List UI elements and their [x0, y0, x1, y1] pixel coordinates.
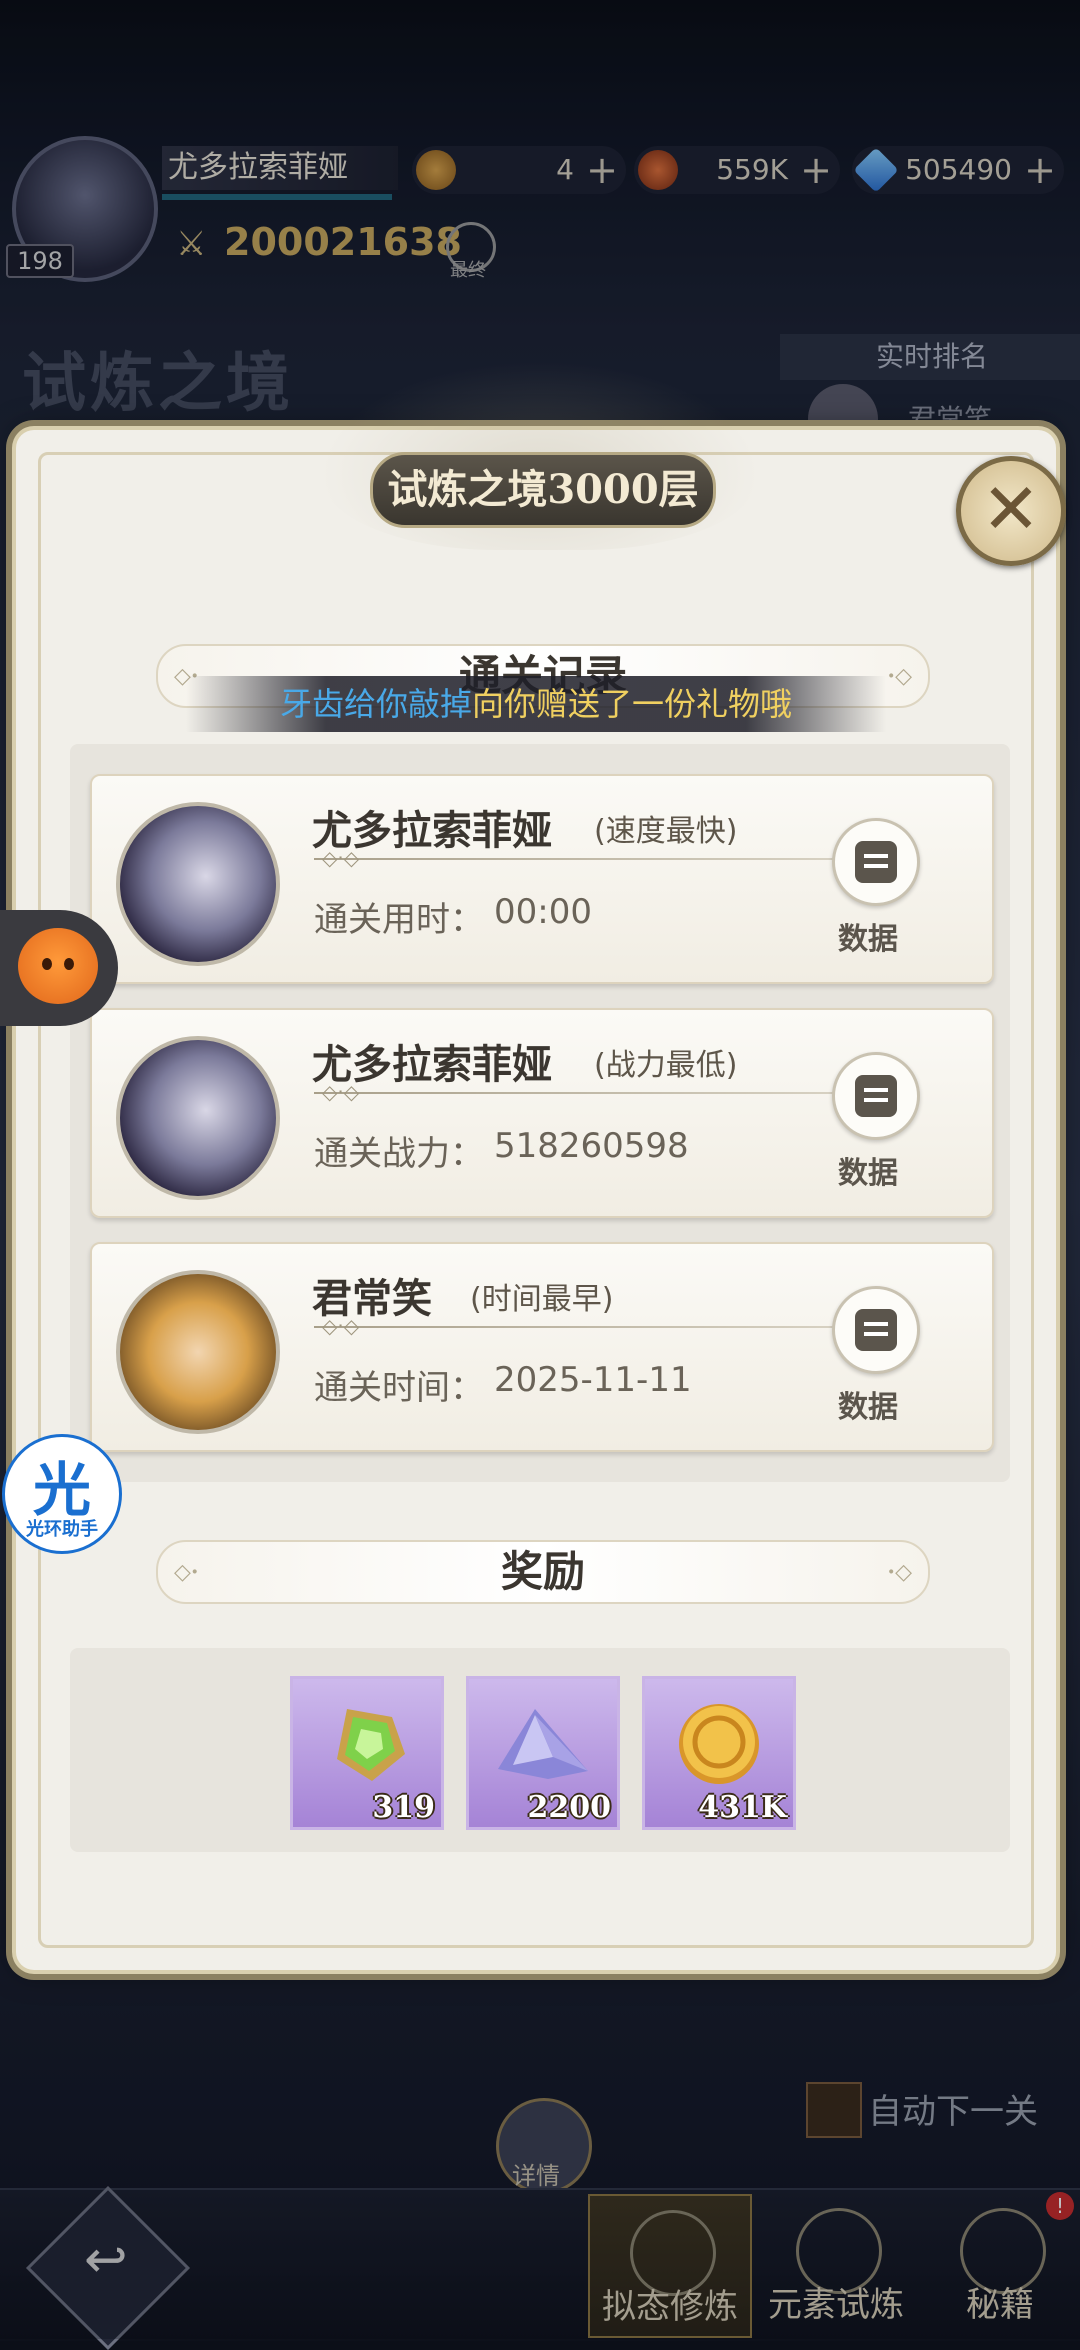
record-value: 00:00 — [494, 892, 592, 932]
document-icon — [855, 841, 897, 883]
data-button[interactable] — [832, 1052, 920, 1140]
record-avatar[interactable] — [116, 1036, 280, 1200]
record-card: 君常笑 (时间最早) ◇·◇ 通关时间： 2025-11-11 数据 — [90, 1242, 994, 1452]
floating-pumpkin-button[interactable] — [0, 910, 118, 1026]
document-icon — [855, 1309, 897, 1351]
reward-count: 2200 — [527, 1790, 612, 1825]
record-avatar[interactable] — [116, 802, 280, 966]
rewards-header-label: 奖励 — [500, 1547, 585, 1596]
reward-item[interactable]: 319 — [290, 1676, 444, 1830]
rewards-header: ◇· 奖励 ·◇ — [156, 1540, 930, 1604]
gift-message: 向你赠送了一份礼物哦 — [472, 685, 793, 723]
record-label: 通关时间： — [314, 1368, 484, 1408]
ornament-right-icon: ·◇ — [887, 1559, 912, 1585]
dialog-title: 试炼之境3000层 — [370, 452, 716, 528]
record-divider — [314, 1092, 844, 1094]
record-label: 通关用时： — [314, 900, 484, 940]
data-button[interactable] — [832, 818, 920, 906]
green-gem-shard-icon — [337, 1709, 405, 1781]
gift-notification: 牙齿给你敲掉向你赠送了一份礼物哦 — [186, 676, 886, 732]
reward-count: 319 — [372, 1790, 435, 1825]
reward-item[interactable]: 431K — [642, 1676, 796, 1830]
divider-ornament-icon: ◇·◇ — [322, 1080, 360, 1104]
record-card: 尤多拉索菲娅 (速度最快) ◇·◇ 通关用时： 00:00 数据 — [90, 774, 994, 984]
record-label: 通关战力： — [314, 1134, 484, 1174]
document-icon — [855, 1075, 897, 1117]
close-button[interactable]: ✕ — [956, 456, 1066, 566]
record-value: 518260598 — [494, 1126, 689, 1166]
close-icon: ✕ — [981, 468, 1041, 550]
helper-label: 光环助手 — [26, 1519, 98, 1540]
gift-sender: 牙齿给你敲掉 — [279, 685, 472, 723]
divider-ornament-icon: ◇·◇ — [322, 1314, 360, 1338]
divider-ornament-icon: ◇·◇ — [322, 846, 360, 870]
record-divider — [314, 858, 844, 860]
record-tag: (战力最低) — [594, 1048, 738, 1083]
record-avatar[interactable] — [116, 1270, 280, 1434]
record-divider — [314, 1326, 844, 1328]
data-button-label: 数据 — [838, 1156, 898, 1191]
crystal-pile-icon — [498, 1709, 588, 1779]
gold-coin-icon — [679, 1704, 759, 1784]
record-value: 2025-11-11 — [494, 1360, 692, 1400]
ornament-left-icon: ◇· — [174, 1559, 199, 1585]
record-tag: (时间最早) — [470, 1282, 614, 1317]
halo-helper-button[interactable]: 光 光环助手 — [2, 1434, 122, 1554]
record-tag: (速度最快) — [594, 814, 738, 849]
record-card: 尤多拉索菲娅 (战力最低) ◇·◇ 通关战力： 518260598 数据 — [90, 1008, 994, 1218]
data-button[interactable] — [832, 1286, 920, 1374]
data-button-label: 数据 — [838, 1390, 898, 1425]
reward-count: 431K — [698, 1790, 787, 1825]
pumpkin-icon — [18, 928, 98, 1004]
ornament-right-icon: ·◇ — [887, 663, 912, 689]
data-button-label: 数据 — [838, 922, 898, 957]
reward-item[interactable]: 2200 — [466, 1676, 620, 1830]
